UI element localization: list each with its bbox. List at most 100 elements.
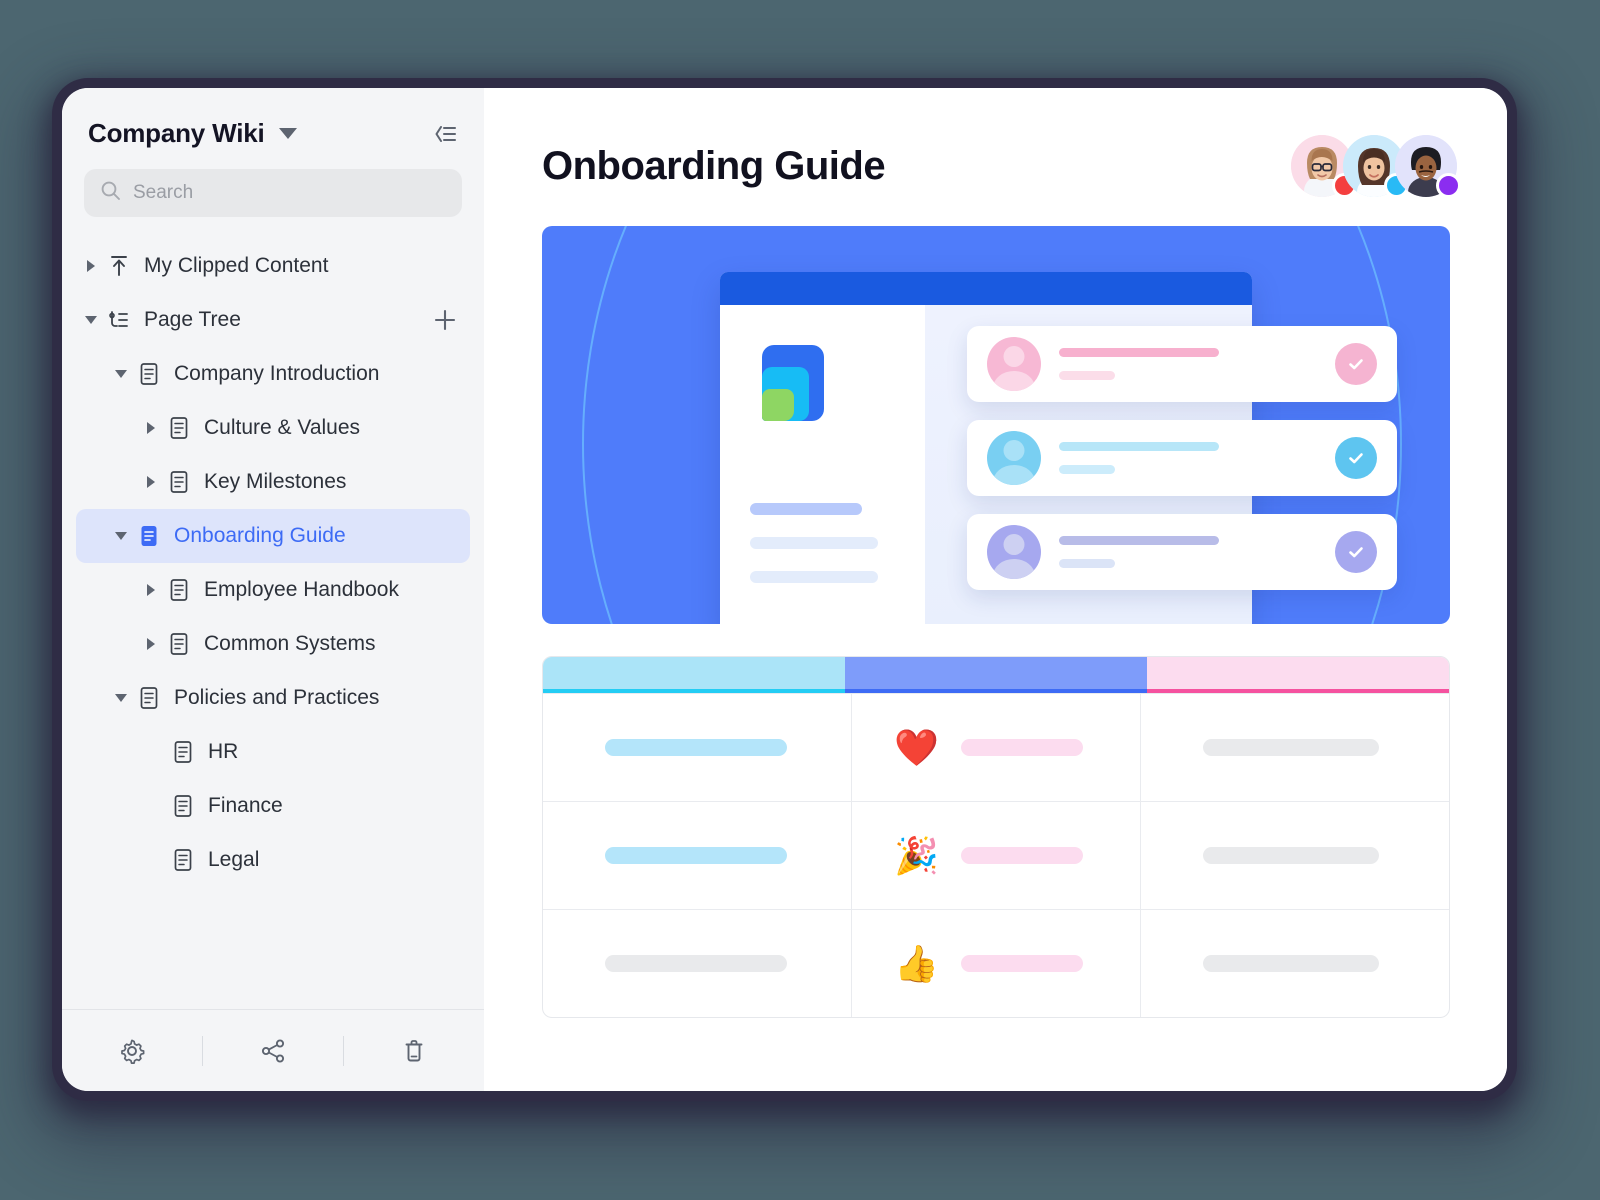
- check-icon: [1335, 437, 1377, 479]
- settings-gear-icon[interactable]: [62, 1037, 202, 1065]
- sidebar-item-company-introduction[interactable]: Company Introduction: [76, 347, 470, 401]
- illustration-left-panel: [720, 305, 925, 624]
- hero-illustration: [542, 226, 1450, 624]
- chevron-down-icon[interactable]: [78, 307, 104, 333]
- placeholder-pill: [960, 955, 1083, 972]
- content-table: ❤️ 🎉 👍: [542, 656, 1450, 1018]
- product-logo-icon: [750, 345, 824, 421]
- chevron-right-icon[interactable]: [138, 415, 164, 441]
- placeholder-pill: [960, 847, 1083, 864]
- plus-icon[interactable]: [430, 305, 460, 335]
- main-content: Onboarding Guide ❤️ 🎉 👍: [484, 88, 1507, 1091]
- placeholder-pill: [605, 847, 787, 864]
- sidebar-item-hr[interactable]: HR: [76, 725, 470, 779]
- chevron-right-icon[interactable]: [138, 577, 164, 603]
- search-placeholder: Search: [133, 182, 194, 203]
- collapse-panel-icon[interactable]: [432, 123, 458, 145]
- sidebar-item-label: Common Systems: [204, 632, 376, 655]
- sidebar-header: Company Wiki: [62, 88, 484, 163]
- user-avatar-icon: [987, 431, 1041, 485]
- document-icon: [164, 578, 194, 602]
- main-header: Onboarding Guide: [542, 128, 1461, 204]
- placeholder-bar: [750, 537, 878, 549]
- chevron-down-icon[interactable]: [108, 685, 134, 711]
- sidebar-item-key-milestones[interactable]: Key Milestones: [76, 455, 470, 509]
- chevron-down-icon[interactable]: [108, 361, 134, 387]
- table-row: ❤️: [543, 693, 1449, 801]
- search-input[interactable]: Search: [84, 169, 462, 217]
- status-dot: [1436, 173, 1461, 198]
- sidebar-item-label: Legal: [208, 848, 260, 871]
- document-icon: [164, 632, 194, 656]
- chevron-down-icon[interactable]: [278, 128, 297, 139]
- chevron-right-icon[interactable]: [78, 253, 104, 279]
- user-card-lines: [1059, 348, 1335, 380]
- sidebar-item-label: Finance: [208, 794, 283, 817]
- table-cell: [1141, 694, 1449, 801]
- placeholder-pill: [960, 739, 1083, 756]
- sidebar-item-common-systems[interactable]: Common Systems: [76, 617, 470, 671]
- check-icon: [1335, 343, 1377, 385]
- table-cell: [1141, 802, 1449, 909]
- sidebar-item-my-clipped-content[interactable]: My Clipped Content: [76, 239, 470, 293]
- share-icon[interactable]: [203, 1037, 343, 1065]
- avatar[interactable]: [1395, 135, 1461, 198]
- user-card: [967, 420, 1397, 496]
- heart-emoji: ❤️: [894, 726, 939, 768]
- sidebar-item-culture-and-values[interactable]: Culture & Values: [76, 401, 470, 455]
- collaborator-avatars: [1291, 135, 1461, 198]
- sidebar-item-label: Policies and Practices: [174, 686, 380, 709]
- table-cell: 🎉: [852, 802, 1141, 909]
- table-header-cell: [1147, 657, 1449, 693]
- document-icon: [164, 470, 194, 494]
- placeholder-pill: [605, 739, 787, 756]
- user-card-lines: [1059, 536, 1335, 568]
- document-icon: [134, 362, 164, 386]
- placeholder-bar: [750, 503, 862, 515]
- chevron-right-icon[interactable]: [138, 631, 164, 657]
- trash-icon[interactable]: [344, 1037, 484, 1065]
- table-cell: [543, 802, 852, 909]
- sidebar-item-onboarding-guide[interactable]: Onboarding Guide: [76, 509, 470, 563]
- table-row: 👍: [543, 909, 1449, 1017]
- placeholder-pill: [605, 955, 787, 972]
- page-tree-icon: [104, 309, 134, 331]
- user-card: [967, 326, 1397, 402]
- user-avatar-icon: [987, 525, 1041, 579]
- document-icon-filled: [134, 524, 164, 548]
- placeholder-pill: [1203, 739, 1379, 756]
- page-tree: My Clipped Content Page Tree Company Int…: [62, 231, 484, 1009]
- search-icon: [100, 180, 121, 206]
- user-card: [967, 514, 1397, 590]
- sidebar-item-label: Culture & Values: [204, 416, 361, 439]
- search-container: Search: [62, 163, 484, 231]
- placeholder-pill: [1203, 955, 1379, 972]
- table-cell: [543, 694, 852, 801]
- screen: Company Wiki Search My Clipped Content P…: [0, 0, 1600, 1200]
- page-title: Onboarding Guide: [542, 143, 886, 188]
- sidebar-item-employee-handbook[interactable]: Employee Handbook: [76, 563, 470, 617]
- sidebar-item-label: My Clipped Content: [144, 254, 329, 277]
- illustration-text-bars: [750, 503, 925, 583]
- clip-upload-icon: [104, 254, 134, 278]
- check-icon: [1335, 531, 1377, 573]
- sidebar-item-label: HR: [208, 740, 239, 763]
- table-cell: ❤️: [852, 694, 1141, 801]
- sidebar-item-finance[interactable]: Finance: [76, 779, 470, 833]
- document-icon: [134, 686, 164, 710]
- table-cell: 👍: [852, 910, 1141, 1017]
- sidebar-item-label: Key Milestones: [204, 470, 347, 493]
- chevron-down-icon[interactable]: [108, 523, 134, 549]
- table-header-cell: [543, 657, 845, 693]
- document-icon: [168, 794, 198, 818]
- document-icon: [168, 848, 198, 872]
- thumbs-up-emoji: 👍: [894, 942, 939, 984]
- workspace-title: Company Wiki: [88, 118, 265, 148]
- table-row: 🎉: [543, 801, 1449, 909]
- placeholder-bar: [750, 571, 878, 583]
- chevron-right-icon[interactable]: [138, 469, 164, 495]
- sidebar-item-policies-and-practices[interactable]: Policies and Practices: [76, 671, 470, 725]
- sidebar-item-legal[interactable]: Legal: [76, 833, 470, 887]
- sidebar-item-page-tree[interactable]: Page Tree: [76, 293, 470, 347]
- sidebar-item-label: Company Introduction: [174, 362, 380, 385]
